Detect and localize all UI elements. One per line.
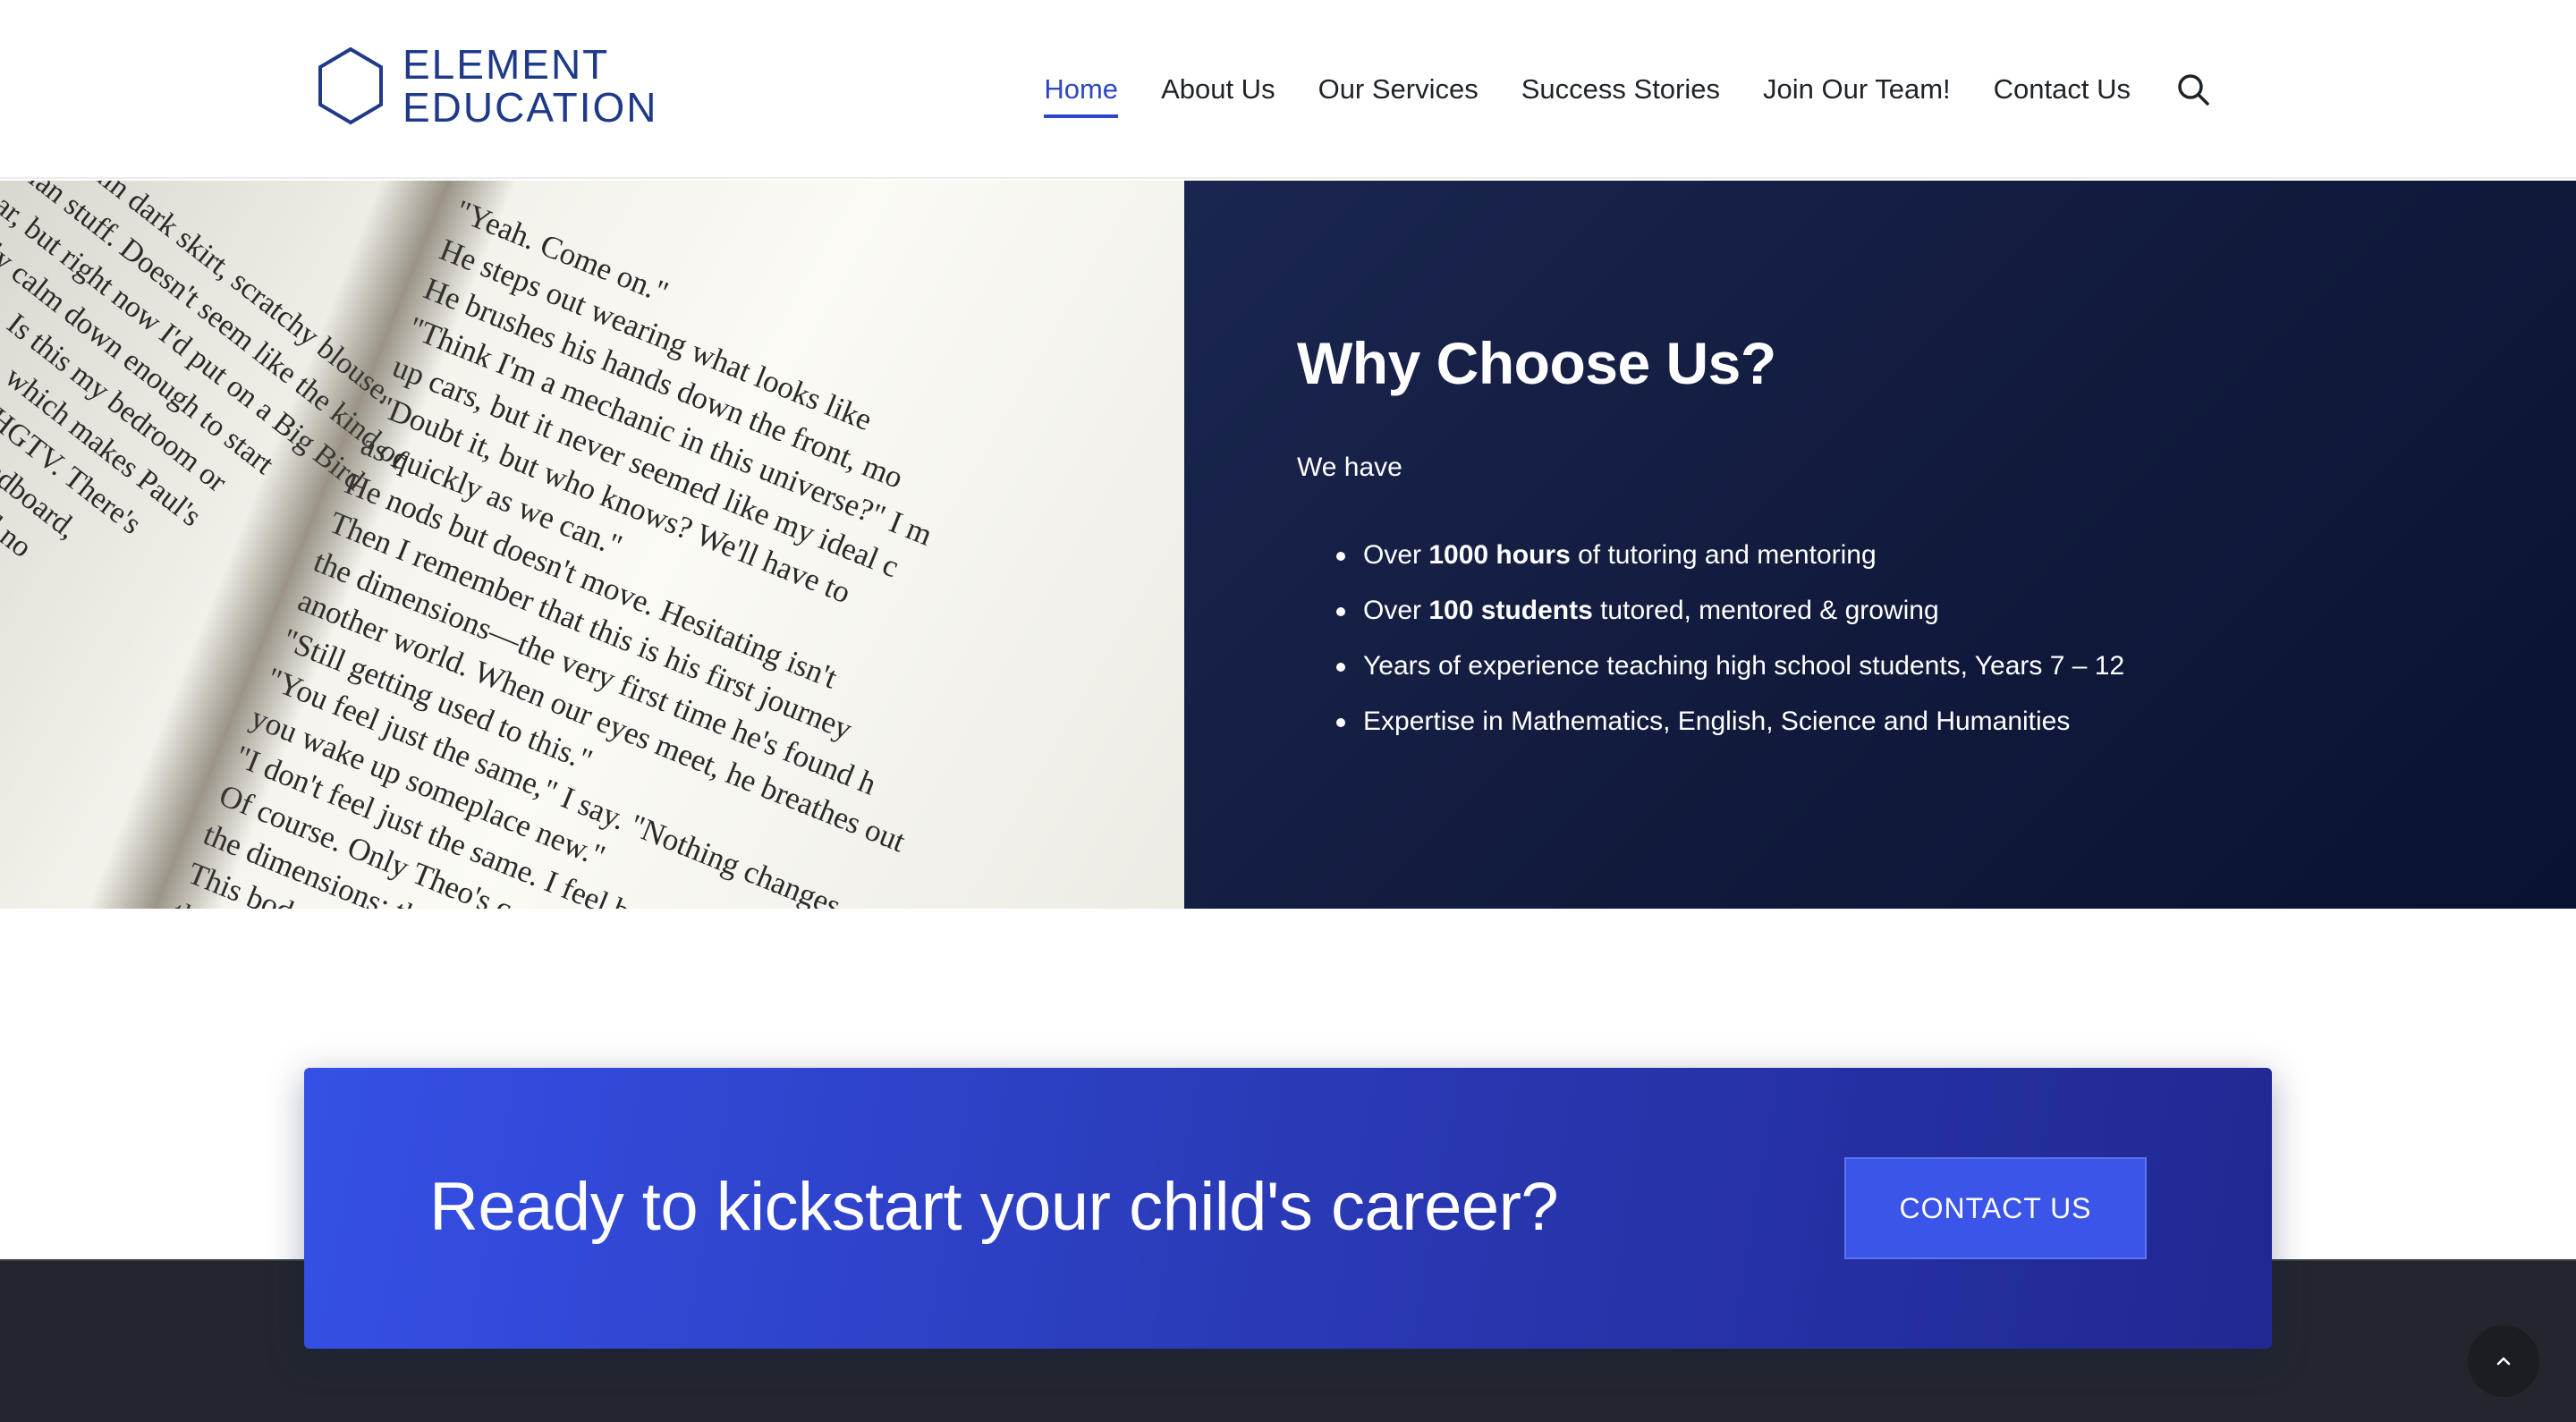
- why-list: Over 1000 hours of tutoring and mentorin…: [1297, 528, 2124, 749]
- hexagon-icon: [318, 47, 383, 125]
- why-list-item: Over 100 students tutored, mentored & gr…: [1297, 583, 2124, 639]
- why-intro: We have: [1297, 453, 1402, 482]
- why-item-text: Over: [1363, 596, 1429, 625]
- nav-item-contact-us[interactable]: Contact Us: [1994, 66, 2131, 113]
- nav-item-join-our-team[interactable]: Join Our Team!: [1763, 66, 1951, 113]
- why-item-text: Expertise in Mathematics, English, Scien…: [1363, 707, 2071, 736]
- nav-item-about-us[interactable]: About Us: [1161, 66, 1275, 113]
- site-header: ELEMENT EDUCATION Home About Us Our Serv…: [0, 0, 2576, 179]
- why-item-highlight: 100 students: [1428, 596, 1593, 625]
- logo-line-1: ELEMENT: [402, 41, 610, 88]
- hero-section: do. Plain dark skirt, scratchy blouse. ar…: [0, 181, 2576, 909]
- why-choose-us-panel: Why Choose Us? We have Over 1000 hours o…: [1184, 181, 2576, 909]
- cta-heading: Ready to kickstart your child's career?: [429, 1169, 1559, 1245]
- nav-item-success-stories[interactable]: Success Stories: [1521, 66, 1720, 113]
- main-nav: Home About Us Our Services Success Stori…: [1044, 57, 2211, 122]
- why-item-text: tutored, mentored & growing: [1592, 596, 1939, 625]
- logo-wordmark: ELEMENT EDUCATION: [402, 43, 658, 129]
- why-item-text: Over: [1363, 540, 1429, 570]
- why-list-item: Over 1000 hours of tutoring and mentorin…: [1297, 528, 2124, 583]
- site-logo[interactable]: ELEMENT EDUCATION: [317, 41, 658, 131]
- contact-us-button[interactable]: CONTACT US: [1844, 1157, 2147, 1259]
- cta-banner: Ready to kickstart your child's career? …: [304, 1068, 2272, 1349]
- open-book-image: do. Plain dark skirt, scratchy blouse. ar…: [0, 181, 1184, 909]
- nav-item-our-services[interactable]: Our Services: [1318, 66, 1479, 113]
- chevron-up-icon: [2496, 1357, 2511, 1366]
- why-list-item: Expertise in Mathematics, English, Scien…: [1297, 694, 2124, 749]
- why-item-highlight: 1000 hours: [1428, 540, 1571, 570]
- scroll-to-top-button[interactable]: [2468, 1325, 2539, 1397]
- why-item-text: of tutoring and mentoring: [1570, 540, 1877, 570]
- nav-item-home[interactable]: Home: [1044, 66, 1118, 118]
- logo-line-2: EDUCATION: [402, 84, 658, 131]
- why-item-text: Years of experience teaching high school…: [1363, 651, 2125, 681]
- search-icon[interactable]: [2175, 72, 2211, 107]
- why-list-item: Years of experience teaching high school…: [1297, 639, 2124, 694]
- why-title: Why Choose Us?: [1297, 330, 1776, 396]
